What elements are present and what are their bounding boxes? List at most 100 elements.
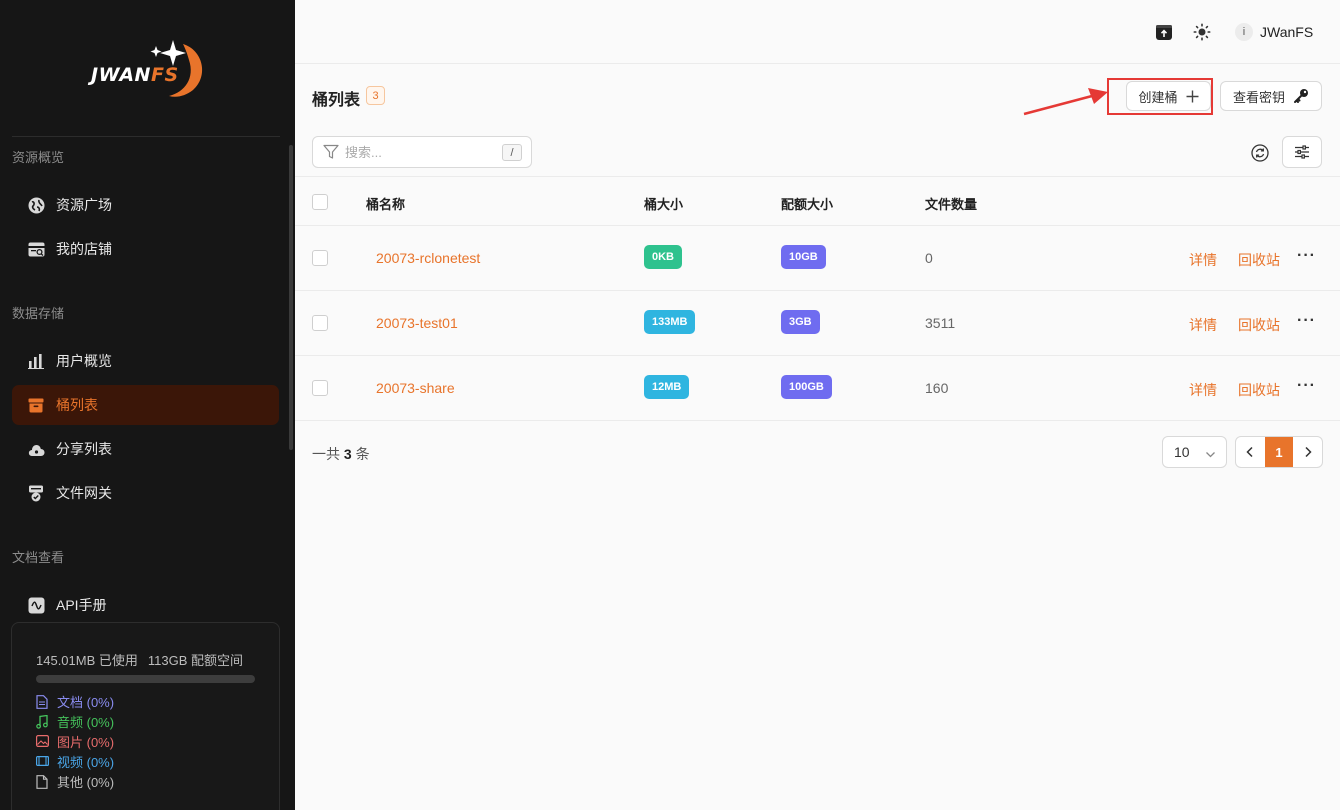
total-prefix: 一共 [312, 446, 340, 462]
sidebar-item-share-list[interactable]: 分享列表 [12, 429, 279, 469]
annotation-arrow-icon [1023, 88, 1108, 116]
pagination: 1 [1235, 436, 1323, 468]
chevron-left-icon [1245, 446, 1255, 458]
search-shortcut-hint: / [502, 144, 522, 161]
sidebar-item-my-store[interactable]: 我的店铺 [12, 229, 279, 269]
api-icon [27, 596, 45, 614]
bucket-name-link[interactable]: 20073-share [376, 380, 455, 396]
section-label-docs: 文档查看 [12, 550, 65, 565]
logo-text: JWANFS [91, 64, 179, 86]
recycle-bin-link[interactable]: 回收站 [1238, 315, 1280, 335]
chevron-right-icon [1303, 446, 1313, 458]
logo-main-text: JWAN [91, 64, 151, 86]
sidebar-item-file-gateway[interactable]: 文件网关 [12, 473, 279, 513]
page-title: 桶列表 [312, 92, 361, 109]
gateway-icon [27, 484, 45, 502]
key-icon [1293, 88, 1309, 104]
search-box[interactable]: / [312, 136, 532, 168]
storage-category-audio: 音频 (0%) [36, 712, 114, 731]
detail-link[interactable]: 详情 [1189, 380, 1217, 400]
column-header-name[interactable]: 桶名称 [366, 194, 405, 213]
bucket-size-tag: 0KB [644, 245, 683, 269]
brand-logo[interactable]: JWANFS [85, 38, 210, 100]
quota-size-tag: 10GB [781, 245, 826, 269]
cloud-share-icon [27, 440, 45, 458]
page-size-value: 10 [1174, 444, 1190, 460]
avatar[interactable]: i [1235, 23, 1253, 41]
document-icon [36, 694, 50, 709]
row-checkbox[interactable] [312, 380, 328, 396]
sidebar: JWANFS 资源概览 资源广场 我的店铺 数据存储 用户概览 桶列表 分享列表 [0, 0, 295, 810]
next-page-button[interactable] [1293, 437, 1322, 467]
table-row: 20073-rclonetest 0KB 10GB 0 详情 回收站 ··· [295, 226, 1340, 291]
section-label-overview: 资源概览 [12, 150, 65, 165]
sidebar-item-label: 用户概览 [56, 353, 112, 369]
prev-page-button[interactable] [1236, 437, 1265, 467]
detail-link[interactable]: 详情 [1189, 250, 1217, 270]
storage-progress-bar [36, 675, 255, 683]
total-count-text: 一共 3 条 [312, 444, 370, 464]
storage-category-label: 图片 (0%) [57, 735, 115, 750]
page-number-button[interactable]: 1 [1264, 437, 1294, 467]
storage-category-docs: 文档 (0%) [36, 692, 114, 711]
quota-size-tag: 3GB [781, 310, 820, 334]
sidebar-item-label: 我的店铺 [56, 241, 112, 257]
more-options-icon[interactable]: ··· [1297, 312, 1316, 330]
bucket-icon [27, 396, 45, 414]
recycle-bin-link[interactable]: 回收站 [1238, 380, 1280, 400]
bucket-table: 桶名称 桶大小 配额大小 文件数量 20073-rclonetest 0KB 1… [295, 176, 1340, 421]
recycle-bin-link[interactable]: 回收站 [1238, 250, 1280, 270]
more-options-icon[interactable]: ··· [1297, 247, 1316, 265]
file-count: 3511 [925, 315, 956, 331]
column-header-file-count[interactable]: 文件数量 [925, 194, 977, 213]
storage-category-other: 其他 (0%) [36, 772, 114, 791]
table-header: 桶名称 桶大小 配额大小 文件数量 [295, 176, 1340, 226]
sidebar-item-label: 分享列表 [56, 441, 112, 457]
column-header-size[interactable]: 桶大小 [644, 194, 683, 213]
file-count: 160 [925, 380, 949, 396]
page-size-select[interactable]: 10 [1162, 436, 1227, 468]
sidebar-item-user-overview[interactable]: 用户概览 [12, 341, 279, 381]
column-header-quota[interactable]: 配额大小 [781, 194, 833, 213]
sidebar-item-api-manual[interactable]: API手册 [12, 585, 279, 625]
bucket-name-link[interactable]: 20073-rclonetest [376, 250, 480, 266]
more-options-icon[interactable]: ··· [1297, 377, 1316, 395]
sun-theme-icon[interactable] [1192, 22, 1212, 42]
upload-box-icon[interactable] [1154, 22, 1174, 42]
globe-icon [27, 196, 45, 214]
storage-category-label: 音频 (0%) [57, 715, 115, 730]
sidebar-scrollbar[interactable] [289, 145, 293, 450]
bucket-size-tag: 12MB [644, 375, 690, 399]
top-bar: i JWanFS [295, 0, 1340, 64]
row-checkbox[interactable] [312, 250, 328, 266]
search-input[interactable] [345, 144, 485, 160]
bucket-count-badge: 3 [366, 86, 385, 105]
storage-quota-text: 113GB 配额空间 [147, 653, 243, 668]
storage-category-label: 其他 (0%) [57, 775, 115, 790]
select-all-checkbox[interactable] [312, 194, 328, 210]
storage-summary: 145.01MB 已使用 113GB 配额空间 [36, 650, 243, 669]
bucket-name-link[interactable]: 20073-test01 [376, 315, 458, 331]
file-count: 0 [925, 250, 933, 266]
create-bucket-button[interactable]: 创建桶 [1126, 81, 1211, 111]
sidebar-item-label: 资源广场 [56, 197, 112, 213]
sidebar-item-label: 桶列表 [56, 397, 98, 413]
sidebar-item-label: 文件网关 [56, 485, 112, 501]
sidebar-divider [12, 136, 280, 137]
detail-link[interactable]: 详情 [1189, 315, 1217, 335]
sidebar-item-resource-square[interactable]: 资源广场 [12, 185, 279, 225]
storage-category-label: 文档 (0%) [57, 695, 115, 710]
column-settings-button[interactable] [1282, 136, 1322, 168]
row-checkbox[interactable] [312, 315, 328, 331]
image-icon [36, 734, 50, 749]
quota-size-tag: 100GB [781, 375, 832, 399]
total-suffix: 条 [355, 446, 370, 462]
bucket-size-tag: 133MB [644, 310, 696, 334]
store-icon [27, 240, 45, 258]
total-count-value: 3 [343, 446, 352, 462]
sidebar-item-bucket-list[interactable]: 桶列表 [12, 385, 279, 425]
view-keys-button[interactable]: 查看密钥 [1220, 81, 1322, 111]
username[interactable]: JWanFS [1260, 24, 1313, 40]
sliders-icon [1294, 145, 1310, 159]
refresh-icon[interactable] [1250, 143, 1270, 163]
